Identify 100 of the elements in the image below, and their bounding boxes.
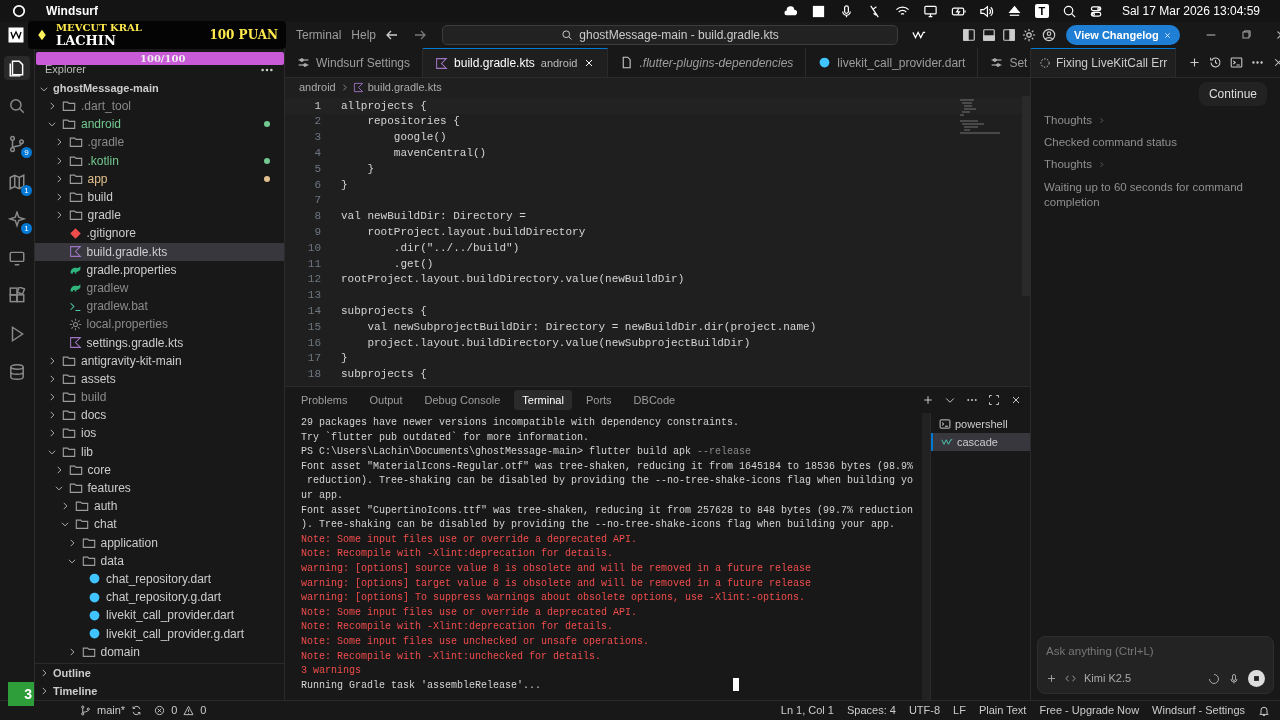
status-item[interactable]: LF — [953, 702, 966, 719]
panel-tab[interactable]: Output — [361, 390, 411, 410]
files-icon[interactable] — [8, 59, 26, 77]
thoughts-toggle[interactable]: Thoughts — [1044, 112, 1092, 130]
tree-item[interactable]: gradle — [35, 206, 284, 225]
tree-item[interactable]: settings.gradle.kts — [35, 333, 284, 352]
sparkle-icon[interactable] — [8, 211, 26, 229]
tree-item[interactable]: antigravity-kit-main — [35, 351, 284, 370]
section-header[interactable]: Timeline — [53, 682, 98, 700]
breadcrumb-item[interactable]: build.gradle.kts — [367, 78, 442, 96]
status-item[interactable]: Windsurf - Settings — [1152, 702, 1245, 719]
tree-item[interactable]: livekit_call_provider.dart — [35, 606, 284, 625]
tree-item[interactable]: app — [35, 169, 284, 188]
command-center-field[interactable]: ghostMessage-main - build.gradle.kts — [442, 25, 898, 45]
tree-item[interactable]: gradle.properties — [35, 260, 284, 279]
status-item[interactable]: Spaces: 4 — [847, 702, 896, 719]
panel-toggle-icon[interactable] — [982, 28, 996, 42]
tree-item[interactable]: assets — [35, 369, 284, 388]
tree-item[interactable]: local.properties — [35, 315, 284, 334]
tree-item[interactable]: docs — [35, 406, 284, 425]
tree-item[interactable]: chat_repository.dart — [35, 569, 284, 589]
tray-app-icon[interactable]: T — [1034, 4, 1049, 18]
restore-icon[interactable] — [1239, 29, 1252, 41]
stop-button[interactable] — [1248, 670, 1265, 687]
panel-tab[interactable]: DBCode — [625, 390, 684, 410]
view-changelog-button[interactable]: View Changelog — [1066, 25, 1180, 45]
status-item[interactable]: Ln 1, Col 1 — [780, 702, 834, 719]
tree-item[interactable]: chat — [35, 515, 284, 534]
settings-icon[interactable] — [1022, 28, 1036, 42]
screen-icon[interactable] — [810, 3, 826, 19]
add-terminal-icon[interactable] — [922, 394, 934, 406]
menu-item[interactable]: Terminal — [295, 26, 342, 44]
volume-icon[interactable] — [978, 3, 994, 19]
tree-item[interactable]: .kotlin — [35, 151, 284, 170]
bell-icon[interactable] — [1258, 704, 1270, 717]
editor-tab[interactable]: livekit_call_provider.dart — [806, 48, 979, 77]
terminal-list-item[interactable]: powershell — [931, 415, 1030, 433]
branch-icon[interactable] — [8, 135, 26, 153]
status-item[interactable]: Free - Upgrade Now — [1039, 702, 1140, 719]
code-icon[interactable] — [1065, 673, 1076, 684]
error-count[interactable]: 0 — [171, 702, 178, 719]
chat-input[interactable]: Ask anything (Ctrl+L) Kimi K2.5 — [1037, 636, 1274, 694]
tree-root[interactable]: ghostMessage-main — [53, 80, 159, 97]
editor-tab[interactable]: build.gradle.kts android — [423, 48, 609, 77]
menu-item[interactable]: Help — [351, 26, 376, 44]
editor-tab[interactable]: .flutter-plugins-dependencies — [608, 48, 807, 77]
sidebar-toggle-icon[interactable] — [962, 28, 976, 42]
tree-item[interactable]: build — [35, 187, 284, 207]
terminal-line: Note: Recompile with -Xlint:unchecked for details. — [301, 649, 602, 664]
overlay-points: 100 PUAN — [209, 27, 278, 44]
breadcrumb-item[interactable]: android — [299, 78, 336, 96]
sync-icon[interactable] — [131, 705, 143, 716]
search-icon[interactable] — [1061, 3, 1077, 19]
tree-item[interactable]: features — [35, 478, 284, 498]
blocks-icon[interactable] — [8, 287, 26, 305]
tree-item[interactable]: core — [35, 460, 284, 479]
tree-item[interactable]: gradlew — [35, 278, 284, 298]
tree-item[interactable]: livekit_call_provider.g.dart — [35, 624, 284, 643]
secondary-sidebar-icon[interactable] — [1002, 28, 1016, 42]
status-item[interactable]: Plain Text — [978, 702, 1027, 719]
terminal-icon[interactable] — [1230, 56, 1244, 69]
panel-tab[interactable]: Ports — [577, 390, 620, 410]
warning-count[interactable]: 0 — [200, 702, 207, 719]
maximize-icon[interactable] — [988, 394, 1000, 406]
history-icon[interactable] — [1209, 56, 1223, 69]
tree-item[interactable]: .gradle — [35, 133, 284, 152]
tree-item[interactable]: build — [35, 388, 284, 407]
tree-item[interactable]: build.gradle.kts — [35, 242, 284, 261]
tree-item[interactable]: .gitignore — [35, 224, 284, 243]
tree-item[interactable]: .dart_tool — [35, 97, 284, 116]
tree-item[interactable]: ios — [35, 424, 284, 443]
count-badge: 9 — [21, 147, 32, 158]
panel-tab[interactable]: Terminal — [514, 390, 572, 410]
new-chat-icon[interactable] — [1188, 56, 1202, 69]
thoughts-toggle[interactable]: Thoughts — [1044, 156, 1092, 174]
status-item[interactable]: UTF-8 — [908, 702, 941, 719]
tree-item[interactable]: data — [35, 551, 284, 570]
map-icon[interactable] — [8, 173, 26, 191]
account-icon[interactable] — [1042, 28, 1056, 42]
plus-icon[interactable] — [1046, 673, 1057, 684]
eject-icon[interactable] — [1006, 3, 1022, 19]
section-header[interactable]: Outline — [53, 664, 91, 682]
tree-item[interactable]: chat_repository.g.dart — [35, 588, 284, 607]
tree-item[interactable]: lib — [35, 442, 284, 461]
close-icon[interactable] — [1010, 394, 1022, 406]
panel-tab[interactable]: Problems — [293, 390, 356, 410]
tree-item[interactable]: application — [35, 533, 284, 552]
chat-tab[interactable]: Fixing LiveKitCall Err — [1031, 48, 1177, 77]
model-selector[interactable]: Kimi K2.5 — [1084, 670, 1200, 687]
continue-button[interactable]: Continue — [1198, 82, 1267, 106]
database-icon[interactable] — [8, 363, 26, 381]
tree-item[interactable]: auth — [35, 497, 284, 516]
tree-item[interactable]: android — [35, 115, 284, 134]
tree-item[interactable]: domain — [35, 642, 284, 661]
tree-item[interactable]: gradlew.bat — [35, 297, 284, 316]
git-branch[interactable]: main* — [97, 702, 126, 719]
terminal-list-item[interactable]: cascade — [931, 433, 1030, 451]
panel-tab[interactable]: Debug Console — [416, 390, 509, 410]
monitor-icon[interactable] — [922, 3, 938, 19]
microphone-icon[interactable] — [1228, 672, 1240, 685]
